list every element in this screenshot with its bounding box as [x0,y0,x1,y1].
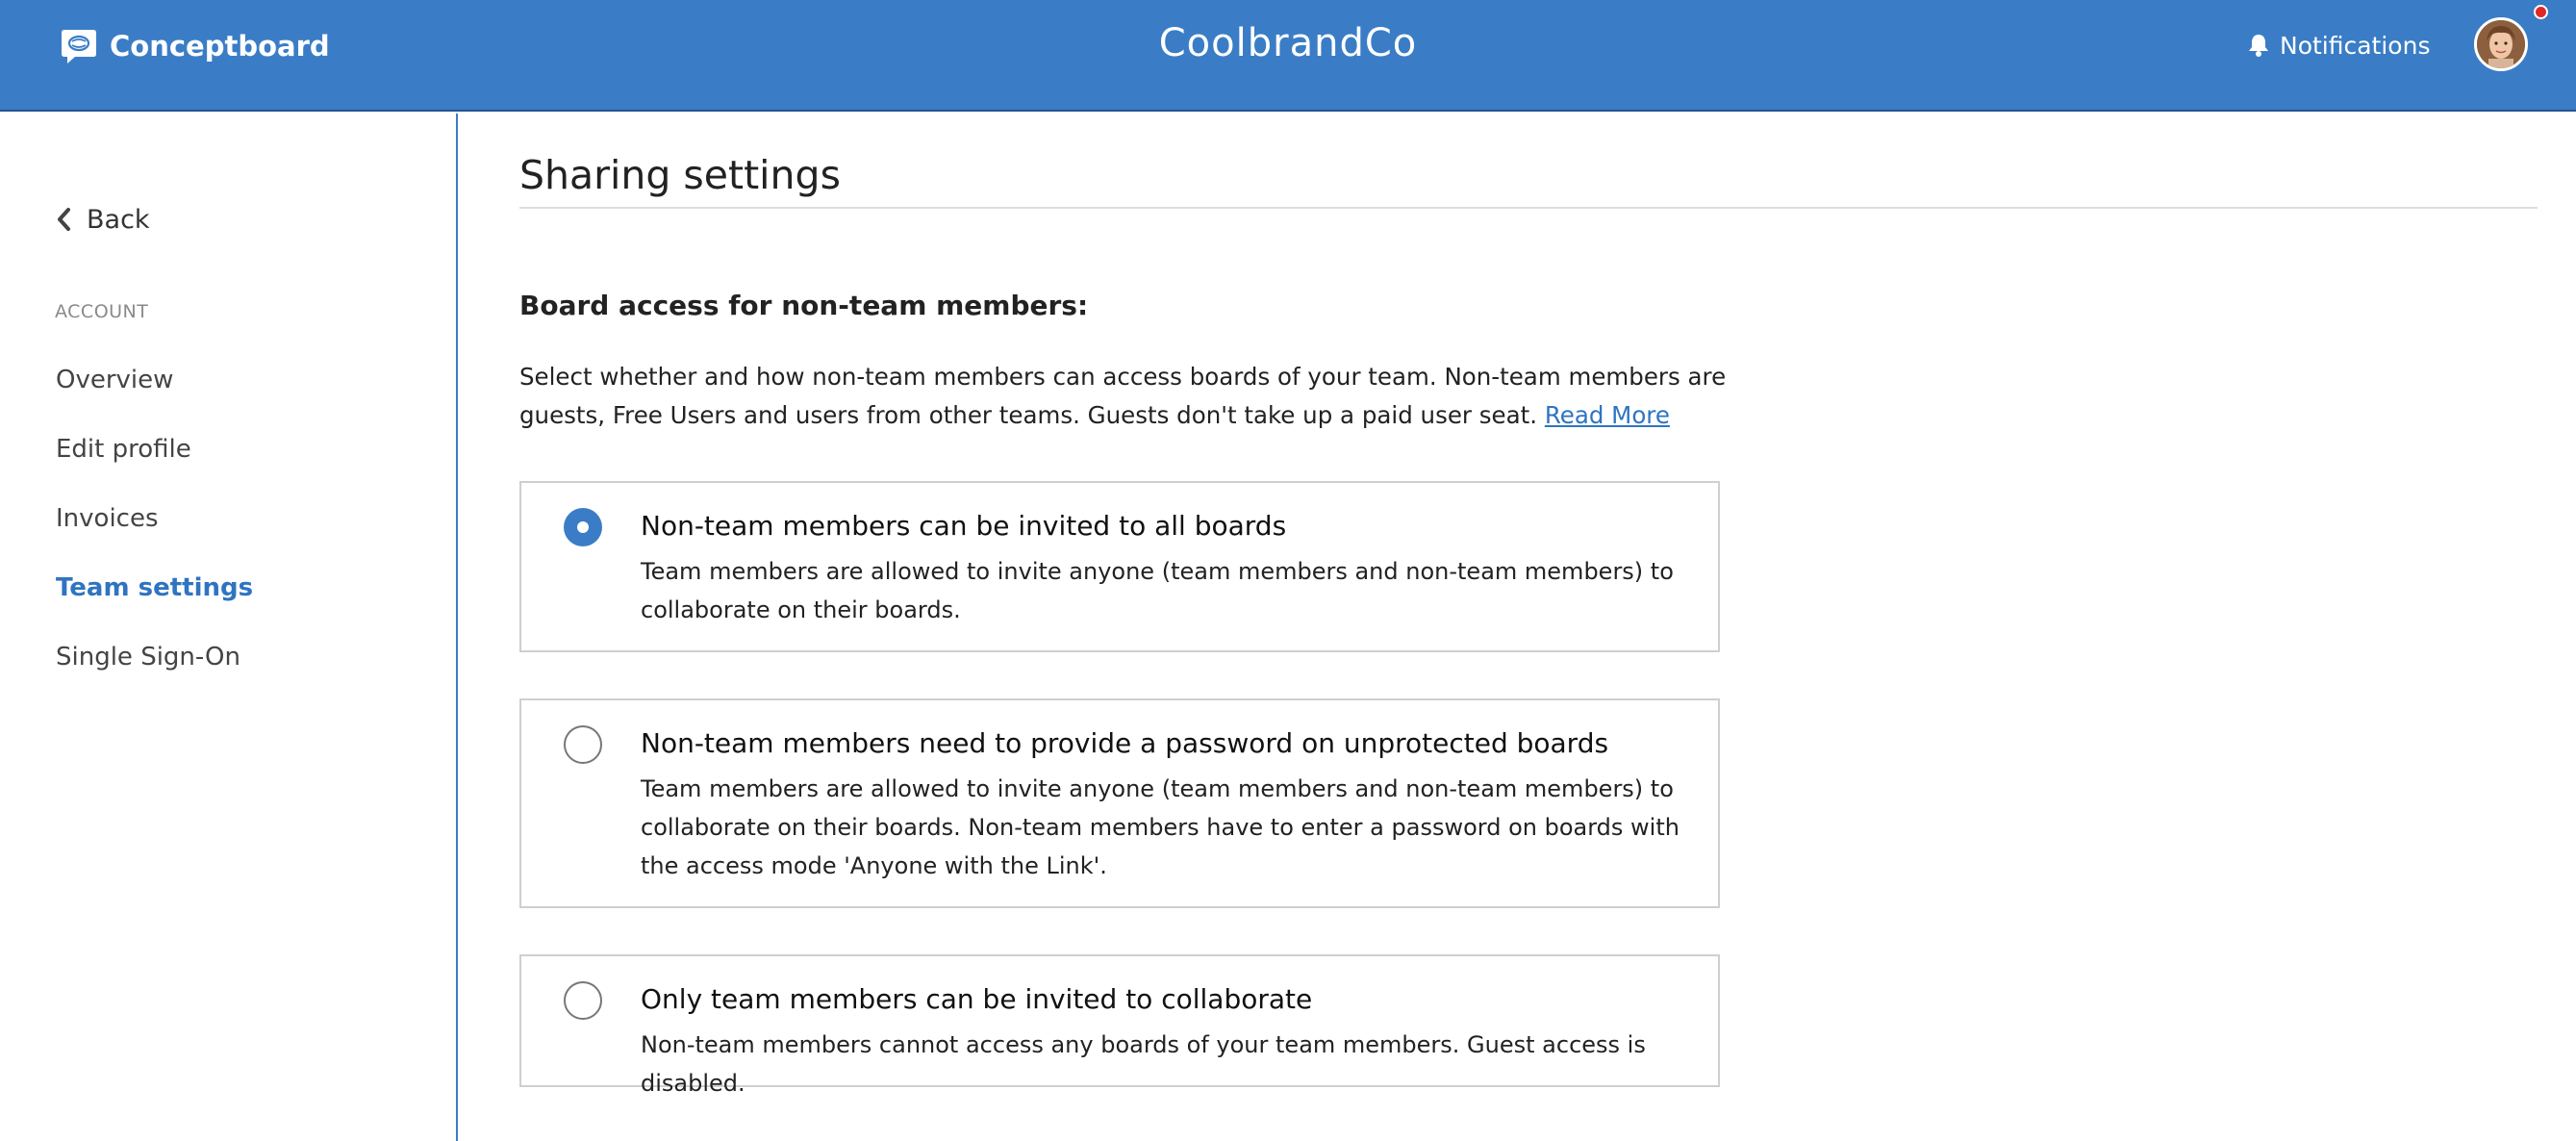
page-title: Sharing settings [519,152,841,198]
option-team-members-only[interactable]: Only team members can be invited to coll… [519,954,1720,1097]
notifications-button[interactable]: Notifications [2247,29,2430,62]
sidebar-item-team-settings[interactable]: Team settings [56,573,253,612]
conceptboard-logo-icon [62,30,96,63]
title-divider [519,207,2538,209]
radio-team-members-only[interactable] [564,981,602,1020]
chevron-left-icon [58,208,70,231]
app-logo[interactable]: Conceptboard [60,27,330,65]
notification-dot [2534,5,2548,19]
option-all-boards[interactable]: Non-team members can be invited to all b… [519,481,1720,652]
bell-icon [2249,35,2268,57]
option-title: Non-team members need to provide a passw… [641,727,1609,759]
sidebar-section-label: ACCOUNT [55,301,149,322]
sidebar-item-single-sign-on[interactable]: Single Sign-On [56,643,240,681]
option-description: Team members are allowed to invite anyon… [641,558,1674,623]
back-label: Back [87,204,150,235]
radio-all-boards[interactable] [564,508,602,546]
logo-text: Conceptboard [110,30,330,63]
top-bar: Conceptboard CoolbrandCo Notifications [0,0,2576,112]
option-title: Only team members can be invited to coll… [641,983,1313,1015]
radio-password-required[interactable] [564,725,602,764]
option-password-required[interactable]: Non-team members need to provide a passw… [519,698,1720,908]
section-title: Board access for non-team members: [519,290,1089,321]
team-name: CoolbrandCo [1158,21,1418,65]
user-avatar[interactable] [2474,17,2528,71]
option-description: Non-team members cannot access any board… [641,1031,1646,1097]
option-title: Non-team members can be invited to all b… [641,510,1287,542]
read-more-link[interactable]: Read More [1545,401,1670,429]
avatar-portrait-icon [2477,20,2525,68]
main-content: Sharing settings Board access for non-te… [460,114,2576,1141]
team-name-title: CoolbrandCo [0,21,2576,65]
sidebar-item-overview[interactable]: Overview [56,366,173,404]
option-description: Team members are allowed to invite anyon… [641,775,1679,879]
notifications-label: Notifications [2280,31,2431,60]
back-button[interactable]: Back [56,198,150,241]
section-description: Select whether and how non-team members … [519,358,1731,435]
sidebar-item-invoices[interactable]: Invoices [56,504,159,543]
sidebar: Back ACCOUNT Overview Edit profile Invoi… [0,114,458,1141]
sidebar-item-edit-profile[interactable]: Edit profile [56,435,191,473]
